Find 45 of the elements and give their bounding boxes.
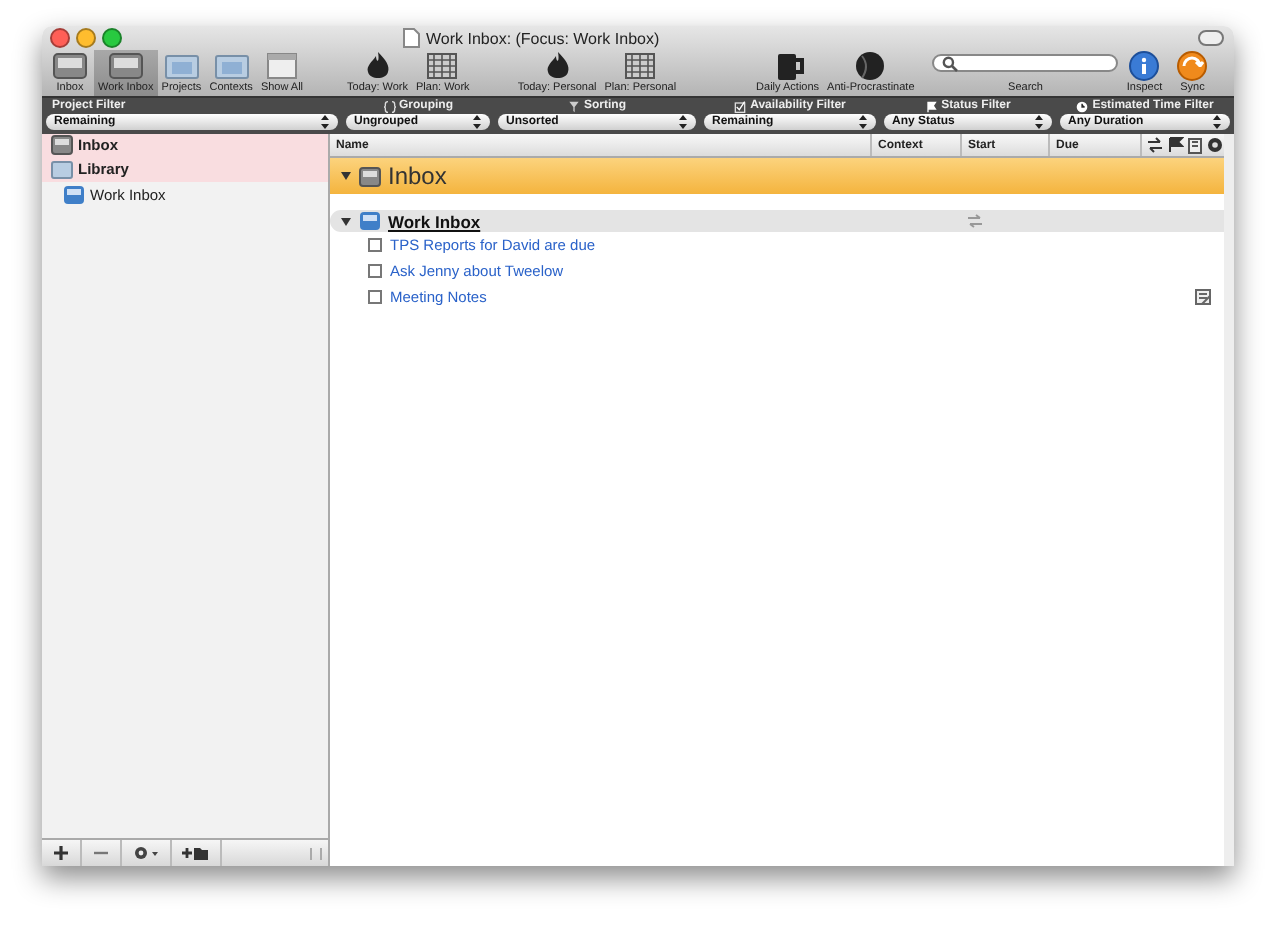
stepper-icon <box>472 114 482 130</box>
flag-icon <box>925 99 938 113</box>
calendar-icon <box>422 50 463 82</box>
gear-icon <box>132 844 160 862</box>
disclosure-icon <box>340 215 352 227</box>
inbox-heading: Inbox <box>388 162 447 190</box>
zoom-button[interactable] <box>102 28 122 48</box>
stepper-icon <box>678 114 688 130</box>
resize-grip[interactable] <box>310 847 322 859</box>
calendar-icon <box>620 50 661 82</box>
tray-icon <box>358 165 382 187</box>
task-checkbox[interactable] <box>368 238 382 252</box>
note-icon <box>1186 136 1204 154</box>
task-checkbox[interactable] <box>368 290 382 304</box>
minimize-button[interactable] <box>76 28 96 48</box>
folder-icon <box>211 50 252 82</box>
sync-icon <box>1172 50 1213 82</box>
disclosure-icon <box>340 170 352 182</box>
toolbar-toggle-button[interactable] <box>1198 30 1224 46</box>
stepper-icon <box>1212 114 1222 130</box>
tray-icon <box>62 183 86 205</box>
plus-icon <box>52 844 70 862</box>
braces-icon <box>383 99 395 113</box>
search-field[interactable] <box>932 54 1119 72</box>
stepper-icon <box>320 114 330 130</box>
folder-icon <box>50 158 74 180</box>
arrows-icon <box>966 214 984 228</box>
tray-icon <box>358 210 382 232</box>
folder-icon <box>161 50 202 82</box>
window-title: Work Inbox: (Focus: Work Inbox) <box>426 29 660 47</box>
document-icon <box>402 28 420 48</box>
close-button[interactable] <box>50 28 70 48</box>
gear-icon <box>1206 136 1224 154</box>
stepper-icon <box>858 114 868 130</box>
funnel-icon <box>568 99 580 113</box>
project-row[interactable]: Work Inbox <box>330 210 1224 232</box>
tray-icon <box>50 50 90 82</box>
stepper-icon <box>1034 114 1044 130</box>
task-checkbox[interactable] <box>368 264 382 278</box>
add-folder-icon <box>182 844 210 862</box>
window-icon <box>261 50 302 82</box>
checkbox-icon <box>734 99 747 113</box>
tray-icon <box>105 50 146 82</box>
search-icon <box>942 55 959 71</box>
info-icon <box>1124 50 1165 82</box>
